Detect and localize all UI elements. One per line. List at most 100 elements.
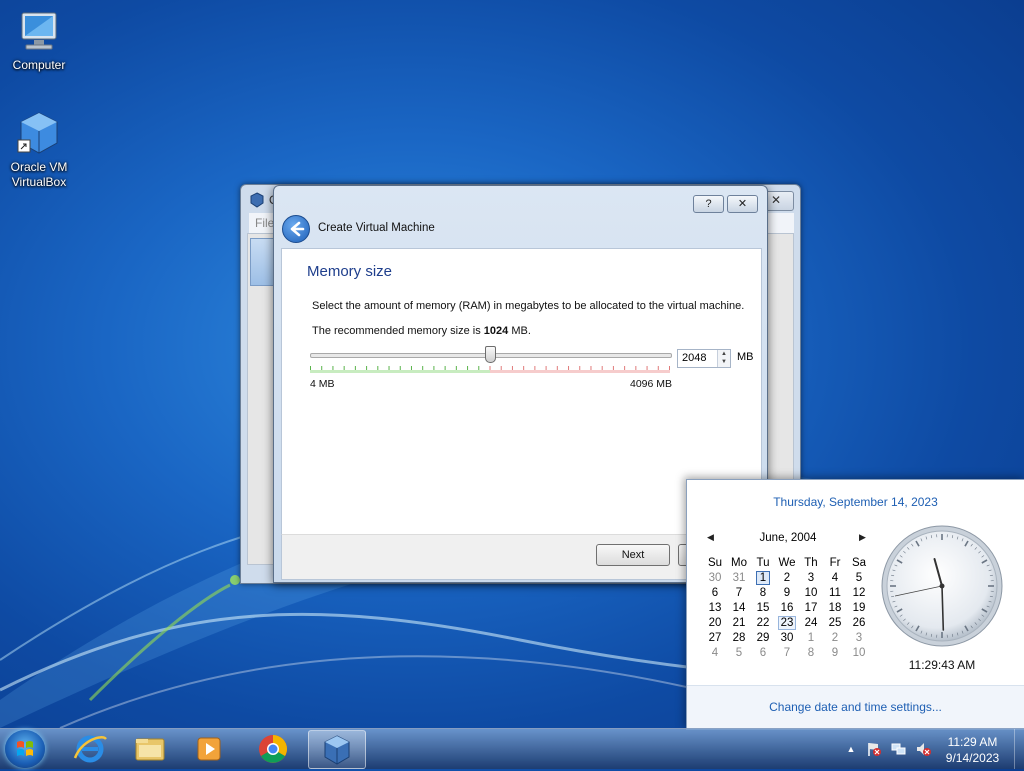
calendar-day[interactable]: 3	[847, 630, 871, 645]
calendar-day[interactable]: 7	[727, 585, 751, 600]
calendar-day[interactable]: 18	[823, 600, 847, 615]
calendar-day[interactable]: 10	[847, 645, 871, 660]
spin-down-icon[interactable]: ▼	[721, 359, 727, 365]
start-button[interactable]	[5, 730, 45, 768]
calendar-day-today[interactable]: 1	[751, 570, 775, 585]
desktop-icon-label: Computer	[13, 58, 66, 72]
desktop-icon-label-line2: VirtualBox	[12, 175, 66, 189]
help-button[interactable]: ?	[693, 195, 724, 213]
calendar-day[interactable]: 31	[727, 570, 751, 585]
close-button[interactable]: ✕	[727, 195, 758, 213]
calendar-day-number: 27	[709, 632, 722, 644]
calendar-day[interactable]: 12	[847, 585, 871, 600]
page-title: Memory size	[307, 263, 392, 280]
tray-clock[interactable]: 11:29 AM 9/14/2023	[935, 734, 1010, 766]
calendar-day[interactable]: 25	[823, 615, 847, 630]
action-center-flag-icon[interactable]	[866, 741, 882, 757]
calendar-day-number: 10	[853, 647, 866, 659]
spin-up-icon[interactable]: ▲	[721, 351, 727, 357]
weekday-label: Fr	[823, 555, 847, 570]
virtualbox-icon	[16, 110, 62, 156]
calendar-week: 456789 10	[703, 645, 871, 660]
calendar-day-number: 7	[784, 647, 790, 659]
calendar-day[interactable]: 24	[799, 615, 823, 630]
calendar-day-number: 18	[829, 602, 842, 614]
calendar-day[interactable]: 21	[727, 615, 751, 630]
computer-icon	[16, 10, 62, 54]
calendar-day[interactable]: 26	[847, 615, 871, 630]
calendar-day-number: 8	[760, 587, 766, 599]
media-player-icon	[182, 730, 238, 767]
calendar-day-number: 15	[757, 602, 770, 614]
calendar-day[interactable]: 16	[775, 600, 799, 615]
calendar-day-number: 1	[808, 632, 814, 644]
calendar-day[interactable]: 8	[751, 585, 775, 600]
long-date-link[interactable]: Thursday, September 14, 2023	[687, 495, 1024, 509]
calendar-day[interactable]: 23	[775, 615, 799, 630]
memory-slider-thumb[interactable]	[485, 346, 496, 363]
menu-item-file[interactable]: File	[255, 216, 274, 230]
desktop-icon-computer[interactable]: Computer	[1, 10, 77, 73]
calendar-day[interactable]: 8	[799, 645, 823, 660]
calendar-day[interactable]: 5	[727, 645, 751, 660]
weekday-label: Mo	[727, 555, 751, 570]
taskbar-chrome[interactable]	[245, 730, 301, 767]
network-icon[interactable]	[891, 741, 907, 757]
calendar-day[interactable]: 6	[703, 585, 727, 600]
volume-muted-icon[interactable]	[915, 741, 931, 757]
taskbar-media-player[interactable]	[182, 730, 238, 767]
tray-expand-icon[interactable]: ▲	[843, 741, 859, 757]
calendar-day-number: 1	[756, 571, 770, 585]
desktop-icon-virtualbox[interactable]: Oracle VM VirtualBox	[1, 110, 77, 190]
calendar-day[interactable]: 2	[823, 630, 847, 645]
calendar-day-number: 4	[832, 572, 838, 584]
taskbar-virtualbox[interactable]	[308, 730, 366, 769]
recommended-prefix: The recommended memory size is	[312, 325, 484, 337]
calendar-day[interactable]: 4	[703, 645, 727, 660]
change-date-time-settings-link[interactable]: Change date and time settings...	[687, 700, 1024, 714]
calendar-day-number: 26	[853, 617, 866, 629]
help-icon: ?	[705, 198, 711, 210]
prev-month-icon[interactable]: ◀	[707, 532, 714, 543]
spin-arrows[interactable]: ▲▼	[717, 350, 730, 367]
calendar-day[interactable]: 20	[703, 615, 727, 630]
calendar-day[interactable]: 1	[799, 630, 823, 645]
calendar-month-label[interactable]: June, 2004	[743, 532, 833, 544]
calendar-day[interactable]: 22	[751, 615, 775, 630]
virtualbox-icon	[249, 192, 265, 208]
calendar-day[interactable]: 30	[775, 630, 799, 645]
calendar-day[interactable]: 9	[775, 585, 799, 600]
memory-spinbox[interactable]: 2048 ▲▼	[677, 349, 731, 368]
calendar-day[interactable]: 28	[727, 630, 751, 645]
calendar-day[interactable]: 5	[847, 570, 871, 585]
calendar-day[interactable]: 19	[847, 600, 871, 615]
flyout-footer: Change date and time settings...	[687, 686, 1024, 729]
calendar-day[interactable]: 6	[751, 645, 775, 660]
calendar-day[interactable]: 17	[799, 600, 823, 615]
calendar-day[interactable]: 3	[799, 570, 823, 585]
show-desktop-button[interactable]	[1014, 729, 1024, 769]
calendar-day[interactable]: 30	[703, 570, 727, 585]
taskbar-internet-explorer[interactable]	[62, 730, 118, 767]
calendar-day-number: 25	[829, 617, 842, 629]
next-month-icon[interactable]: ▶	[859, 532, 866, 543]
calendar-day[interactable]: 7	[775, 645, 799, 660]
calendar-day[interactable]: 10	[799, 585, 823, 600]
calendar-day[interactable]: 29	[751, 630, 775, 645]
calendar-day[interactable]: 14	[727, 600, 751, 615]
calendar-day[interactable]: 4	[823, 570, 847, 585]
slider-warning-band	[490, 370, 670, 373]
next-button[interactable]: Next	[596, 544, 670, 566]
calendar-day[interactable]: 27	[703, 630, 727, 645]
calendar-day-number: 9	[832, 647, 838, 659]
back-button[interactable]	[282, 215, 310, 243]
calendar-day[interactable]: 11	[823, 585, 847, 600]
slider-safe-band	[310, 370, 490, 373]
calendar-day[interactable]: 9	[823, 645, 847, 660]
calendar-day[interactable]: 2	[775, 570, 799, 585]
calendar-day[interactable]: 13	[703, 600, 727, 615]
tray-date: 9/14/2023	[935, 750, 1010, 766]
calendar-day[interactable]: 15	[751, 600, 775, 615]
taskbar-windows-explorer[interactable]	[122, 730, 178, 767]
back-arrow-icon	[283, 216, 309, 242]
